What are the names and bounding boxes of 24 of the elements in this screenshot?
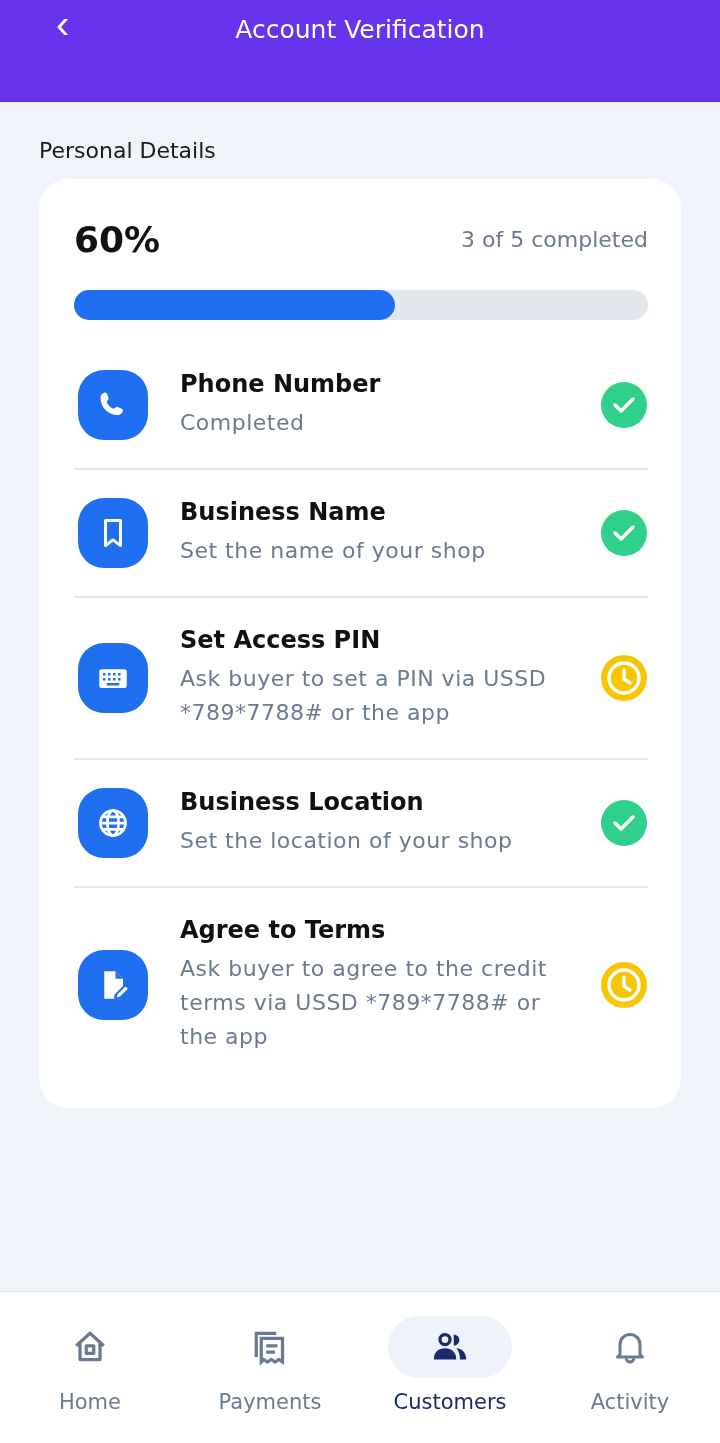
nav-tab[interactable]: Payments <box>190 1316 350 1414</box>
nav-tab[interactable]: Activity <box>550 1316 710 1414</box>
section-title: Personal Details <box>39 138 216 163</box>
step-title: Phone Number <box>180 370 381 398</box>
page-title: Account Verification <box>235 14 485 46</box>
step-description: Completed <box>180 409 305 437</box>
phone-icon <box>78 370 148 440</box>
step-title: Business Location <box>180 788 424 816</box>
step-description: Ask buyer to set a PIN via USSD *789*7788# or the app <box>180 665 548 727</box>
step-title: Business Name <box>180 498 386 526</box>
step-title: Agree to Terms <box>180 916 386 944</box>
document-edit-icon <box>78 950 148 1020</box>
step-description: Set the location of your shop <box>180 827 513 855</box>
keyboard-icon <box>78 643 148 713</box>
progress-summary: 3 of 5 completed <box>461 227 648 252</box>
nav-tab[interactable]: Home <box>10 1316 170 1414</box>
step-description: Set the name of your shop <box>180 537 486 565</box>
back-button[interactable]: ‹ <box>50 4 76 44</box>
step-description: Ask buyer to agree to the credit terms via USSD *789*7788# or the app <box>180 955 548 1051</box>
globe-icon <box>78 788 148 858</box>
nav-tab[interactable]: Customers <box>370 1316 530 1414</box>
progress-percent: 60% <box>74 219 161 260</box>
bookmark-icon <box>78 498 148 568</box>
step-title: Set Access PIN <box>180 626 381 654</box>
